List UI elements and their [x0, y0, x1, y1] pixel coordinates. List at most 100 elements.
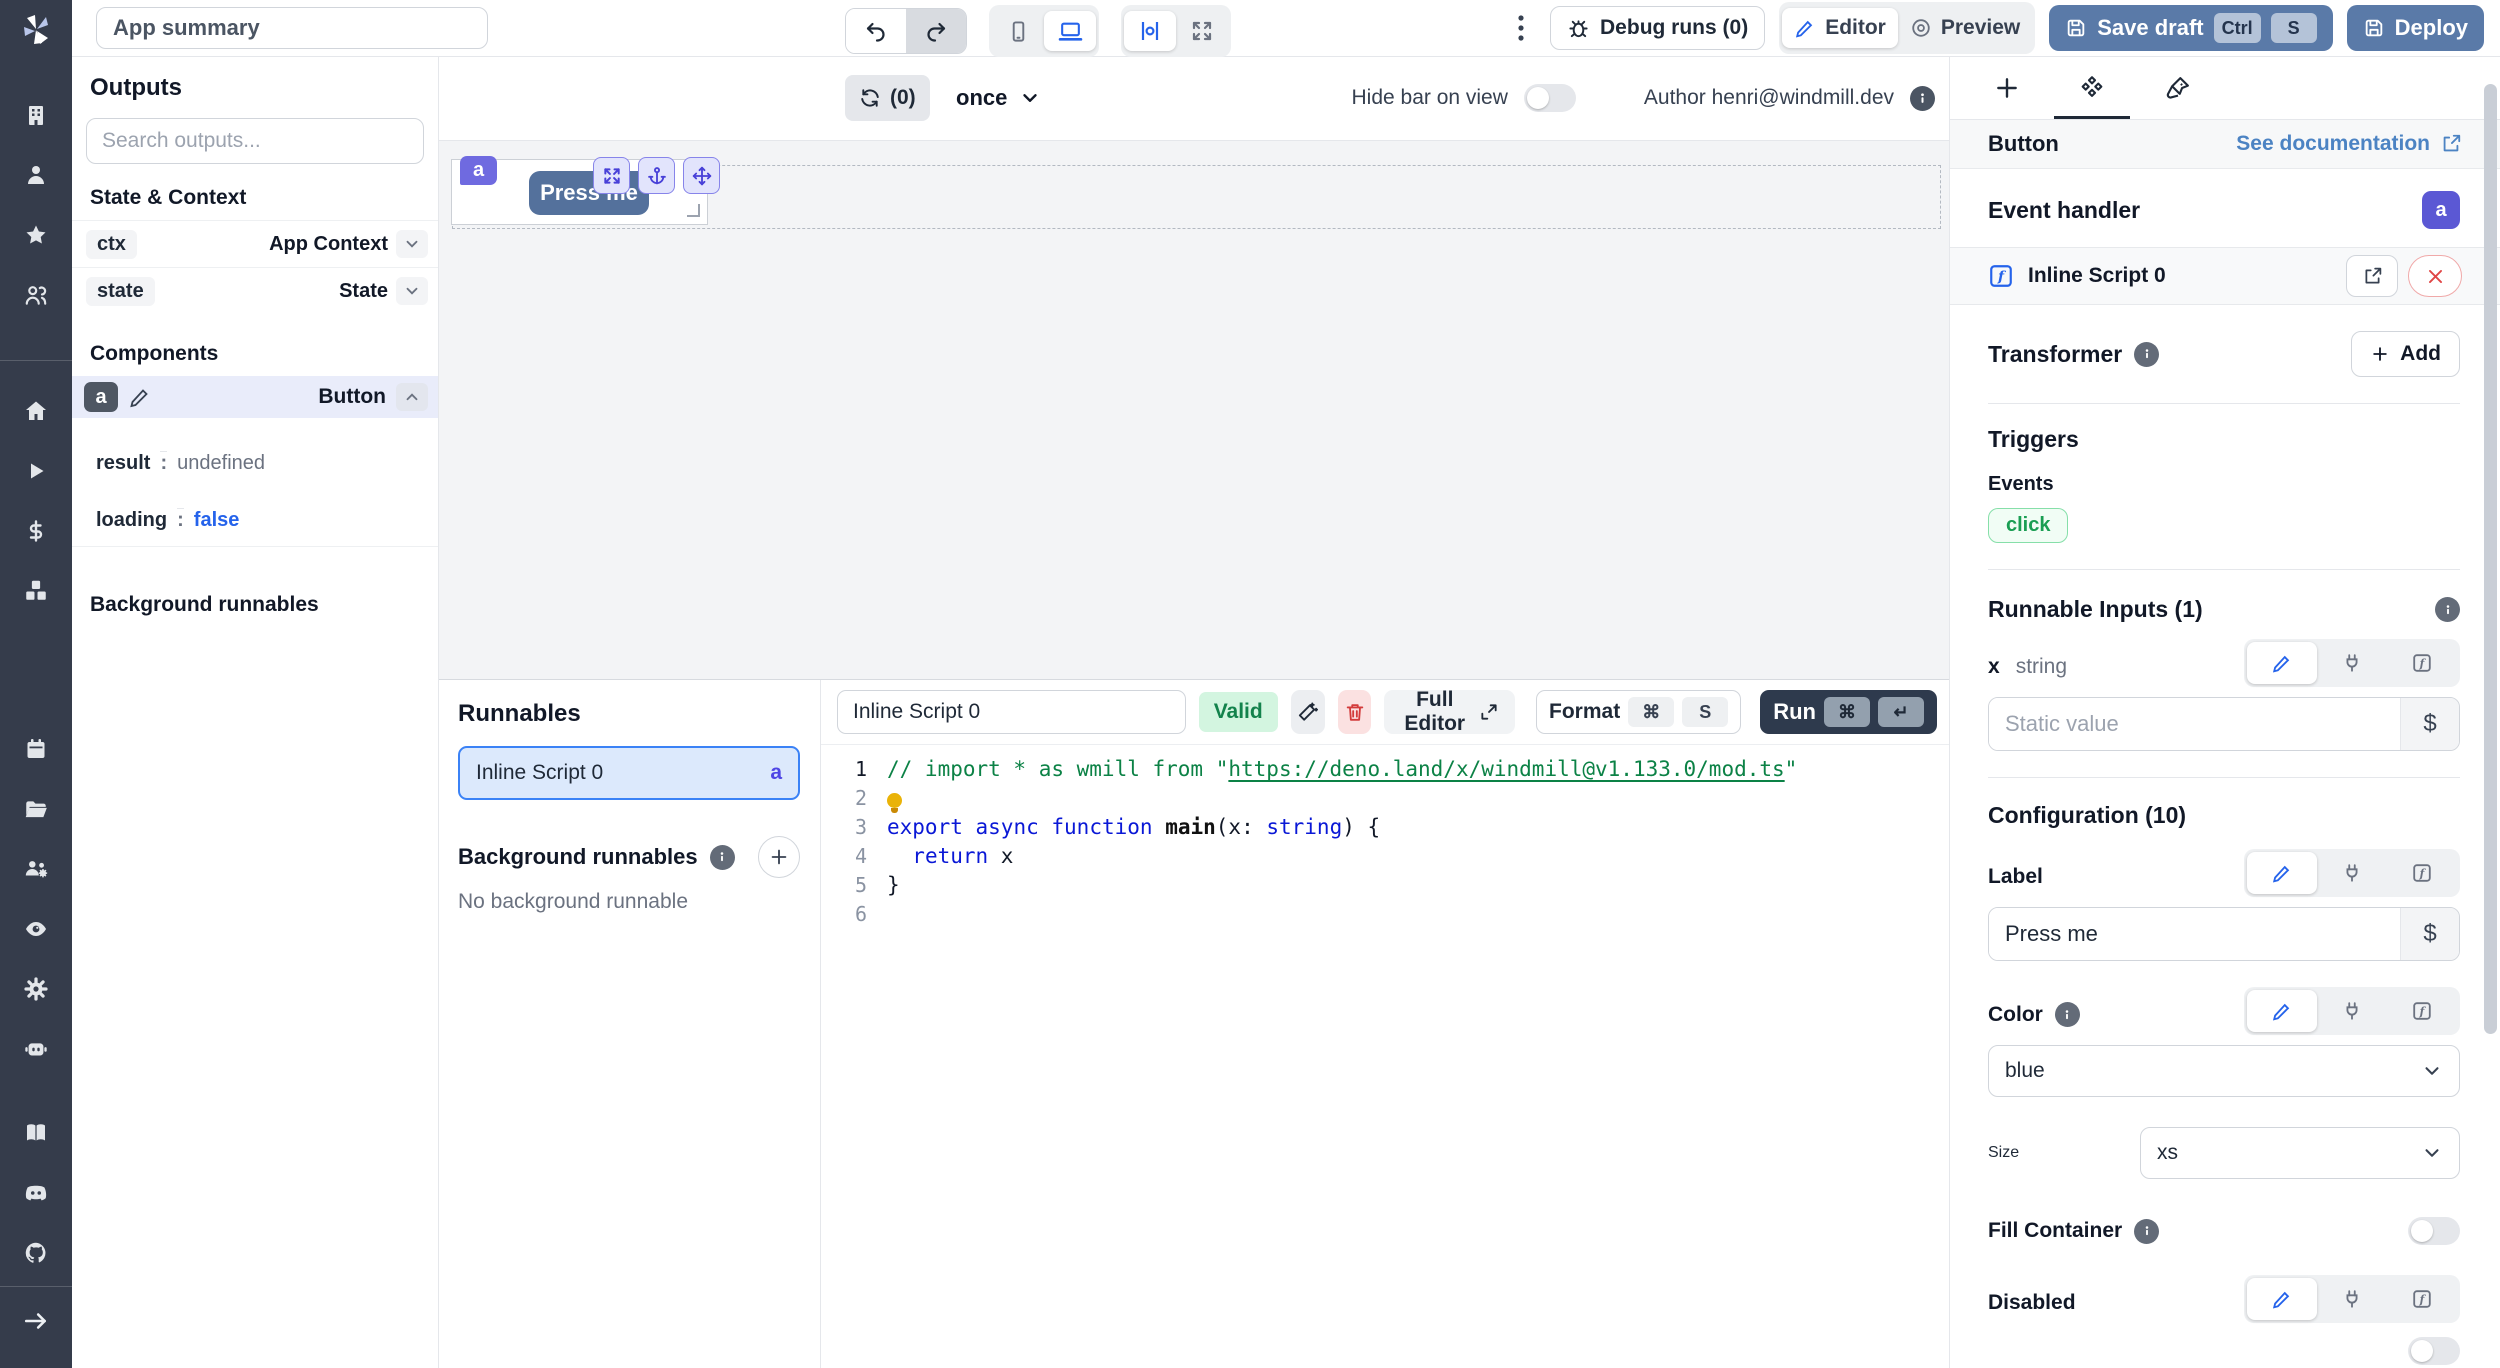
static-mode-button[interactable] — [2247, 1278, 2317, 1320]
eye-icon[interactable] — [23, 916, 49, 942]
play-icon[interactable] — [23, 458, 49, 484]
size-select[interactable]: xs — [2140, 1127, 2460, 1179]
eval-mode-button[interactable]: f — [2387, 990, 2457, 1032]
info-icon[interactable] — [2055, 1002, 2080, 1027]
redo-button[interactable] — [906, 9, 966, 53]
hide-bar-toggle[interactable] — [1524, 84, 1576, 112]
static-mode-button[interactable] — [2247, 642, 2317, 684]
format-button[interactable]: Format ⌘ S — [1536, 690, 1741, 734]
github-icon[interactable] — [23, 1240, 49, 1266]
eval-mode-button[interactable]: f — [2387, 1278, 2457, 1320]
insert-component-tab[interactable] — [1994, 56, 2020, 119]
app-canvas[interactable]: a Press me — [438, 141, 1949, 679]
component-row-a[interactable]: a Button — [72, 376, 438, 418]
mobile-view-button[interactable] — [992, 11, 1044, 51]
label-value-input[interactable] — [1989, 908, 2400, 960]
dollar-template-button[interactable]: $ — [2400, 698, 2459, 750]
static-mode-button[interactable] — [2247, 852, 2317, 894]
chevron-up-icon[interactable] — [396, 383, 428, 411]
save-draft-button[interactable]: Save draft Ctrl S — [2049, 5, 2332, 51]
svg-text:f: f — [1997, 269, 2007, 285]
anchor-handle-icon[interactable] — [638, 157, 675, 194]
deploy-button[interactable]: Deploy — [2347, 5, 2484, 51]
discord-icon[interactable] — [23, 1180, 49, 1206]
user-group-gear-icon[interactable] — [23, 856, 49, 882]
rename-pencil-icon[interactable] — [128, 385, 152, 409]
resize-handle[interactable] — [687, 204, 700, 217]
book-icon[interactable] — [23, 1120, 49, 1146]
info-icon[interactable] — [2435, 597, 2460, 622]
connect-mode-button[interactable] — [2317, 990, 2387, 1032]
static-mode-button[interactable] — [2247, 990, 2317, 1032]
add-background-runnable-button[interactable] — [758, 836, 800, 878]
open-script-button[interactable] — [2346, 255, 2398, 297]
selected-component[interactable]: a Press me — [451, 159, 708, 225]
divider — [72, 546, 438, 547]
robot-icon[interactable] — [23, 1036, 49, 1062]
boxes-icon[interactable] — [23, 578, 49, 604]
refresh-runnables-button[interactable]: (0) — [845, 75, 930, 121]
paintbrush-icon — [2164, 74, 2192, 102]
dollar-sign-icon[interactable] — [23, 518, 49, 544]
info-icon[interactable] — [710, 845, 735, 870]
search-outputs-input[interactable] — [86, 118, 424, 164]
building-icon[interactable] — [23, 102, 49, 128]
kebab-menu-icon[interactable] — [1506, 6, 1536, 50]
move-handle-icon[interactable] — [683, 157, 720, 194]
dollar-template-button[interactable]: $ — [2400, 908, 2459, 960]
chevron-down-icon[interactable] — [396, 230, 428, 258]
preview-tab[interactable]: Preview — [1898, 8, 2032, 48]
static-value-input[interactable] — [1989, 698, 2400, 750]
styling-tab[interactable] — [2164, 56, 2192, 119]
info-icon[interactable] — [2134, 1219, 2159, 1244]
eval-mode-button[interactable]: f — [2387, 642, 2457, 684]
color-select[interactable]: blue — [1988, 1045, 2460, 1097]
ai-wand-button[interactable] — [1291, 690, 1325, 734]
connect-mode-button[interactable] — [2317, 852, 2387, 894]
component-settings-tab[interactable] — [2078, 56, 2106, 119]
editor-tab[interactable]: Editor — [1782, 8, 1898, 48]
full-editor-button[interactable]: Full Editor — [1384, 690, 1515, 734]
settings-scroll-area[interactable]: Event handler a f Inline Script 0 Transf… — [1950, 169, 2500, 1368]
state-row[interactable]: state State — [72, 267, 438, 314]
connect-mode-button[interactable] — [2317, 1278, 2387, 1320]
scrollbar-thumb[interactable] — [2484, 84, 2497, 1034]
layout-toggle-group — [1121, 5, 1231, 57]
user-icon[interactable] — [23, 162, 49, 188]
home-icon[interactable] — [23, 398, 49, 424]
ctx-row[interactable]: ctx App Context — [72, 220, 438, 267]
add-transformer-button[interactable]: Add — [2351, 331, 2460, 377]
see-documentation-link[interactable]: See documentation — [2236, 132, 2462, 156]
desktop-view-button[interactable] — [1044, 11, 1096, 51]
eval-mode-button[interactable]: f — [2387, 852, 2457, 894]
chevron-down-icon[interactable] — [396, 277, 428, 305]
runnable-item-inline-script-0[interactable]: Inline Script 0 a — [458, 746, 800, 800]
undo-button[interactable] — [846, 9, 906, 53]
fill-container-toggle[interactable] — [2408, 1217, 2460, 1245]
delete-script-button[interactable] — [1338, 690, 1372, 734]
info-icon[interactable] — [1910, 86, 1935, 111]
settings-gear-icon[interactable] — [23, 976, 49, 1002]
event-handler-script-row[interactable]: f Inline Script 0 — [1950, 247, 2500, 305]
press-me-button[interactable]: Press me — [529, 171, 649, 215]
fullscreen-button[interactable] — [1176, 11, 1228, 51]
calendar-icon[interactable] — [23, 736, 49, 762]
disabled-toggle[interactable] — [2408, 1337, 2460, 1365]
connect-mode-button[interactable] — [2317, 642, 2387, 684]
remove-script-button[interactable] — [2408, 255, 2462, 297]
code-area[interactable]: 1// import * as wmill from "https://deno… — [821, 745, 1949, 1368]
user-group-icon[interactable] — [23, 282, 49, 308]
run-button[interactable]: Run ⌘ ↵ — [1760, 690, 1937, 734]
center-align-button[interactable] — [1124, 11, 1176, 51]
run-mode-dropdown[interactable]: once — [956, 75, 1041, 121]
script-name-input[interactable] — [837, 690, 1186, 734]
info-icon[interactable] — [2134, 342, 2159, 367]
windmill-logo[interactable] — [14, 8, 58, 52]
app-summary-input[interactable] — [96, 7, 488, 49]
expand-handle-icon[interactable] — [593, 157, 630, 194]
debug-runs-button[interactable]: Debug runs (0) — [1550, 6, 1765, 50]
collapse-arrow-icon[interactable] — [23, 1308, 49, 1334]
static-value-field: $ — [1988, 697, 2460, 751]
folder-open-icon[interactable] — [23, 796, 49, 822]
star-icon[interactable] — [23, 222, 49, 248]
